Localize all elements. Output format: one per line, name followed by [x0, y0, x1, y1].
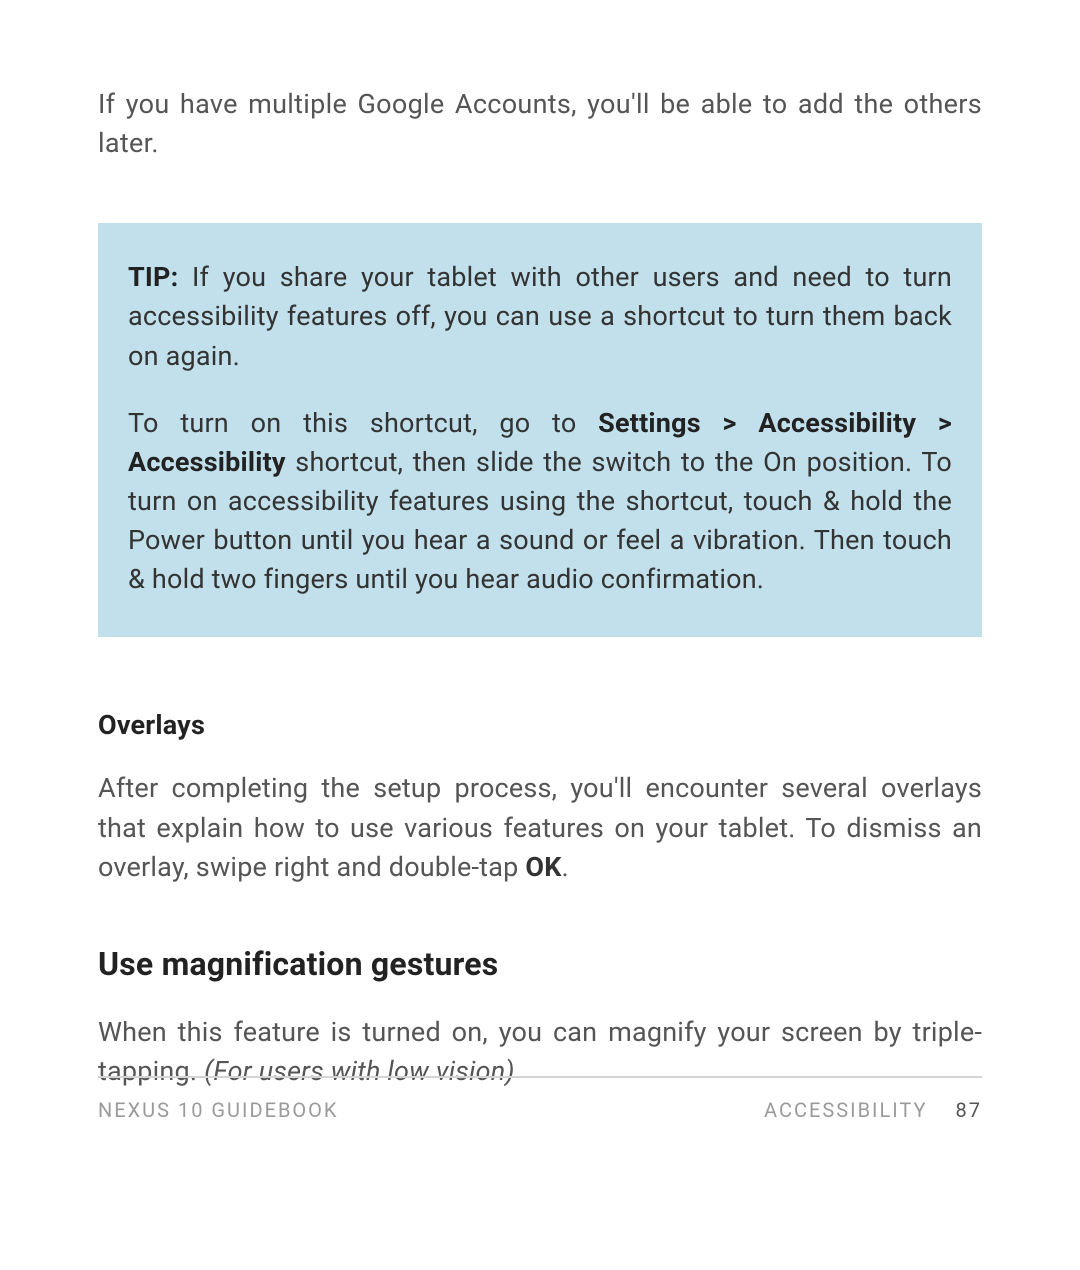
tip-callout-box: TIP: If you share your tablet with other…	[98, 223, 982, 637]
intro-paragraph: If you have multiple Google Accounts, yo…	[98, 85, 982, 163]
footer-section-title: ACCESSIBILITY 87	[764, 1098, 982, 1122]
overlays-text-post: .	[562, 851, 569, 883]
page-footer: NEXUS 10 GUIDEBOOK ACCESSIBILITY 87	[98, 1076, 982, 1122]
tip-label: TIP:	[128, 261, 178, 293]
footer-page-number: 87	[956, 1098, 982, 1122]
page-content: If you have multiple Google Accounts, yo…	[0, 0, 1080, 1091]
tip-text-1: If you share your tablet with other user…	[128, 261, 952, 371]
overlays-subheading: Overlays	[98, 709, 982, 741]
footer-section-label: ACCESSIBILITY	[764, 1098, 927, 1122]
tip-paragraph-1: TIP: If you share your tablet with other…	[128, 258, 952, 375]
tip-text-2-pre: To turn on this shortcut, go to	[128, 407, 598, 439]
overlays-paragraph: After completing the setup process, you'…	[98, 769, 982, 886]
overlays-ok-bold: OK	[525, 851, 561, 883]
tip-paragraph-2: To turn on this shortcut, go to Settings…	[128, 404, 952, 600]
footer-book-title: NEXUS 10 GUIDEBOOK	[98, 1098, 338, 1122]
magnification-heading: Use magnification gestures	[98, 945, 982, 983]
